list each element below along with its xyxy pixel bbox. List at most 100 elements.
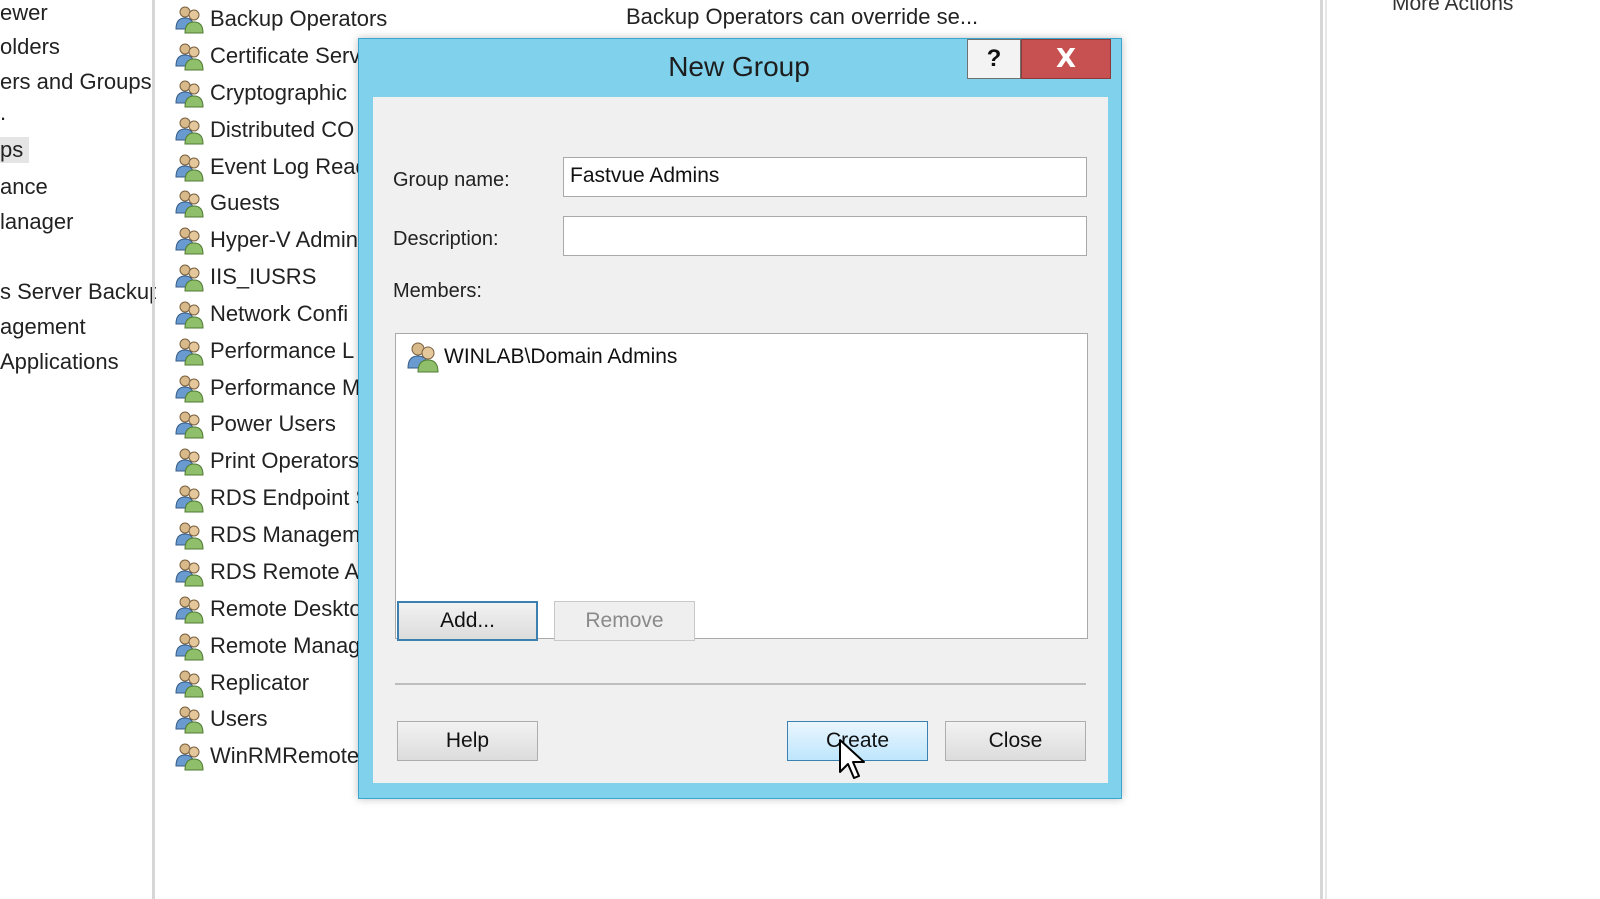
group-name: Distributed CO	[210, 117, 355, 142]
description-field[interactable]	[563, 216, 1087, 256]
group-row[interactable]: Distributed CO	[174, 113, 354, 147]
group-name: Remote Manag	[210, 633, 361, 658]
tree-item[interactable]: Applications	[0, 349, 119, 375]
tree-item-selected[interactable]: ps	[0, 137, 30, 163]
tree-item[interactable]: ance	[0, 174, 48, 200]
group-name: Print Operators	[210, 448, 360, 473]
actions-pane: More Actions	[1346, 0, 1600, 899]
group-name: RDS Remote A	[210, 559, 360, 584]
remove-button[interactable]: Remove	[554, 601, 695, 641]
user-group-icon	[407, 342, 439, 373]
group-name: Performance M	[210, 375, 361, 400]
group-name: Replicator	[210, 670, 310, 695]
group-icon	[175, 154, 204, 182]
group-icon	[175, 596, 204, 624]
group-icon	[175, 706, 204, 734]
dialog-body: Group name: Fastvue Admins Description: …	[373, 97, 1108, 783]
group-icon	[175, 375, 204, 403]
group-name: Cryptographic	[210, 80, 347, 105]
group-name: Guests	[210, 190, 280, 215]
dialog-divider	[395, 683, 1086, 685]
group-row[interactable]: Performance L	[174, 334, 354, 368]
group-name: Event Log Read	[210, 154, 368, 179]
group-name-label: Group name:	[393, 169, 510, 191]
help-button[interactable]: Help	[397, 721, 538, 761]
group-name: Certificate Serv	[210, 43, 361, 68]
group-name: Remote Deskto	[210, 596, 362, 621]
group-name: IIS_IUSRS	[210, 264, 317, 289]
group-row[interactable]: RDS Endpoint S	[174, 481, 370, 515]
close-button[interactable]: Close	[945, 721, 1086, 761]
group-icon	[175, 117, 204, 145]
group-icon	[175, 227, 204, 255]
title-close-button[interactable]: x	[1021, 39, 1111, 79]
close-icon: x	[1055, 44, 1077, 74]
group-row[interactable]: Users	[174, 702, 267, 736]
tree-item[interactable]: olders	[0, 34, 60, 60]
group-icon	[175, 301, 204, 329]
navigation-tree: ewer olders ers and Groups . ps ance lan…	[0, 0, 156, 899]
group-icon	[175, 633, 204, 661]
members-label: Members:	[393, 280, 482, 302]
tree-item[interactable]: .	[0, 100, 6, 126]
group-name: Backup Operators	[210, 6, 388, 31]
group-icon	[175, 43, 204, 71]
group-name-field[interactable]: Fastvue Admins	[563, 157, 1087, 197]
tree-item[interactable]: ers and Groups	[0, 69, 152, 95]
group-name: RDS Managem	[210, 522, 361, 547]
description-label: Description:	[393, 228, 499, 250]
group-row[interactable]: Certificate Serv	[174, 39, 360, 73]
group-icon	[175, 411, 204, 439]
group-name: WinRMRemote	[210, 743, 360, 768]
tree-item[interactable]: s Server Backup	[0, 279, 156, 305]
group-row[interactable]: Power Users	[174, 407, 336, 441]
member-item[interactable]: WINLAB\Domain Admins	[406, 340, 677, 374]
group-row[interactable]: Guests	[174, 186, 280, 220]
group-icon	[175, 743, 204, 771]
group-row[interactable]: Hyper-V Admin	[174, 223, 358, 257]
group-row[interactable]: Remote Manag	[174, 629, 360, 663]
tree-item[interactable]: lanager	[0, 209, 73, 235]
pane-splitter[interactable]	[1320, 0, 1323, 899]
add-button[interactable]: Add...	[397, 601, 538, 641]
group-name: Hyper-V Admin	[210, 227, 358, 252]
group-row[interactable]: Cryptographic	[174, 76, 347, 110]
pane-splitter[interactable]	[152, 0, 155, 899]
members-list[interactable]: WINLAB\Domain Admins	[395, 333, 1088, 639]
group-icon	[175, 6, 204, 34]
new-group-dialog: New Group ? x Group name: Fastvue Admins…	[358, 38, 1122, 799]
group-icon	[175, 485, 204, 513]
group-row[interactable]: RDS Managem	[174, 518, 360, 552]
group-icon	[175, 670, 204, 698]
group-icon	[175, 80, 204, 108]
group-row[interactable]: Event Log Read	[174, 150, 368, 184]
group-row[interactable]: Network Confi	[174, 297, 348, 331]
group-icon	[175, 190, 204, 218]
group-icon	[175, 559, 204, 587]
group-name: Network Confi	[210, 301, 349, 326]
group-row[interactable]: Replicator	[174, 666, 309, 700]
group-name: Performance L	[210, 338, 355, 363]
question-icon: ?	[986, 45, 1002, 72]
tree-item[interactable]: agement	[0, 314, 86, 340]
group-row[interactable]: Performance M	[174, 371, 360, 405]
group-icon	[175, 522, 204, 550]
group-name: Users	[210, 706, 268, 731]
tree-item[interactable]: ewer	[0, 0, 48, 26]
group-row[interactable]: RDS Remote A	[174, 555, 359, 589]
group-row[interactable]: Backup Operators	[174, 2, 387, 36]
member-name: WINLAB\Domain Admins	[444, 345, 678, 368]
group-description: Backup Operators can override se...	[626, 4, 979, 29]
group-name: RDS Endpoint S	[210, 485, 371, 510]
group-icon	[175, 264, 204, 292]
group-row[interactable]: IIS_IUSRS	[174, 260, 316, 294]
pane-border	[1325, 0, 1327, 899]
group-name: Power Users	[210, 411, 336, 436]
group-row[interactable]: Remote Deskto	[174, 592, 362, 626]
group-row[interactable]: Print Operators	[174, 444, 359, 478]
group-row[interactable]: WinRMRemote	[174, 739, 359, 773]
more-actions-link[interactable]: More Actions	[1392, 0, 1513, 16]
group-icon	[175, 338, 204, 366]
title-help-button[interactable]: ?	[967, 39, 1021, 79]
mouse-cursor-icon	[839, 739, 865, 779]
